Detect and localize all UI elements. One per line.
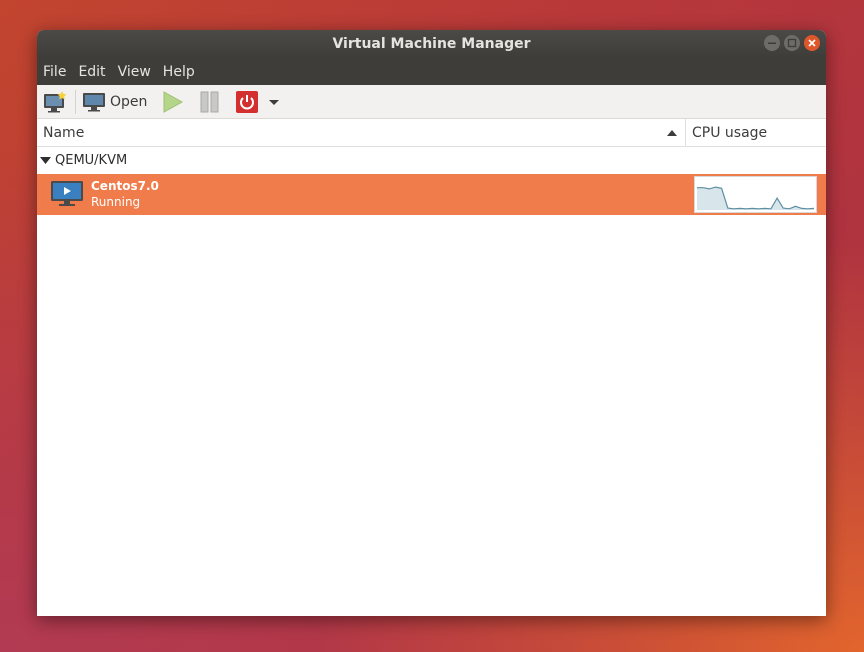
list-header: Name CPU usage: [37, 119, 826, 147]
toolbar: Open: [37, 85, 826, 119]
connection-row[interactable]: QEMU/KVM: [37, 147, 826, 174]
close-icon: [808, 39, 816, 47]
column-divider[interactable]: [685, 119, 686, 147]
menu-view[interactable]: View: [118, 64, 151, 80]
shutdown-button[interactable]: [235, 87, 259, 117]
cpu-usage-graph: [694, 176, 817, 213]
vm-status: Running: [91, 195, 141, 209]
menu-bar: File Edit View Help: [37, 58, 826, 85]
new-vm-button[interactable]: [43, 87, 69, 117]
power-icon: [236, 90, 259, 113]
expander-down-icon[interactable]: [40, 156, 51, 165]
pause-icon: [200, 91, 219, 112]
new-vm-icon: [44, 90, 67, 112]
connection-label: QEMU/KVM: [55, 153, 128, 168]
open-label: Open: [110, 93, 148, 110]
toolbar-separator: [75, 89, 76, 114]
title-bar[interactable]: Virtual Machine Manager: [37, 30, 826, 58]
minimize-button[interactable]: [764, 35, 780, 51]
window-title: Virtual Machine Manager: [332, 36, 531, 52]
sort-ascending-icon: [667, 130, 677, 136]
column-header-cpu[interactable]: CPU usage: [692, 119, 767, 147]
play-icon: [163, 90, 184, 113]
vm-name: Centos7.0: [91, 179, 159, 193]
maximize-button[interactable]: [784, 35, 800, 51]
pause-button[interactable]: [198, 87, 222, 117]
menu-edit[interactable]: Edit: [78, 64, 105, 80]
chevron-down-icon: [269, 99, 280, 105]
vm-row[interactable]: Centos7.0 Running: [37, 174, 826, 215]
window-controls: [764, 35, 820, 51]
minimize-icon: [768, 42, 776, 44]
shutdown-menu-button[interactable]: [267, 87, 281, 117]
menu-file[interactable]: File: [43, 64, 66, 80]
close-button[interactable]: [804, 35, 820, 51]
cpu-usage-sparkline: [697, 186, 815, 210]
maximize-icon: [787, 38, 797, 48]
main-window: Virtual Machine Manager File Edit View H…: [37, 30, 826, 616]
menu-help[interactable]: Help: [163, 64, 195, 80]
monitor-icon: [83, 92, 105, 111]
open-button[interactable]: Open: [82, 87, 147, 117]
column-header-name[interactable]: Name: [43, 119, 84, 147]
run-button[interactable]: [161, 87, 185, 117]
running-vm-icon: [51, 181, 83, 206]
